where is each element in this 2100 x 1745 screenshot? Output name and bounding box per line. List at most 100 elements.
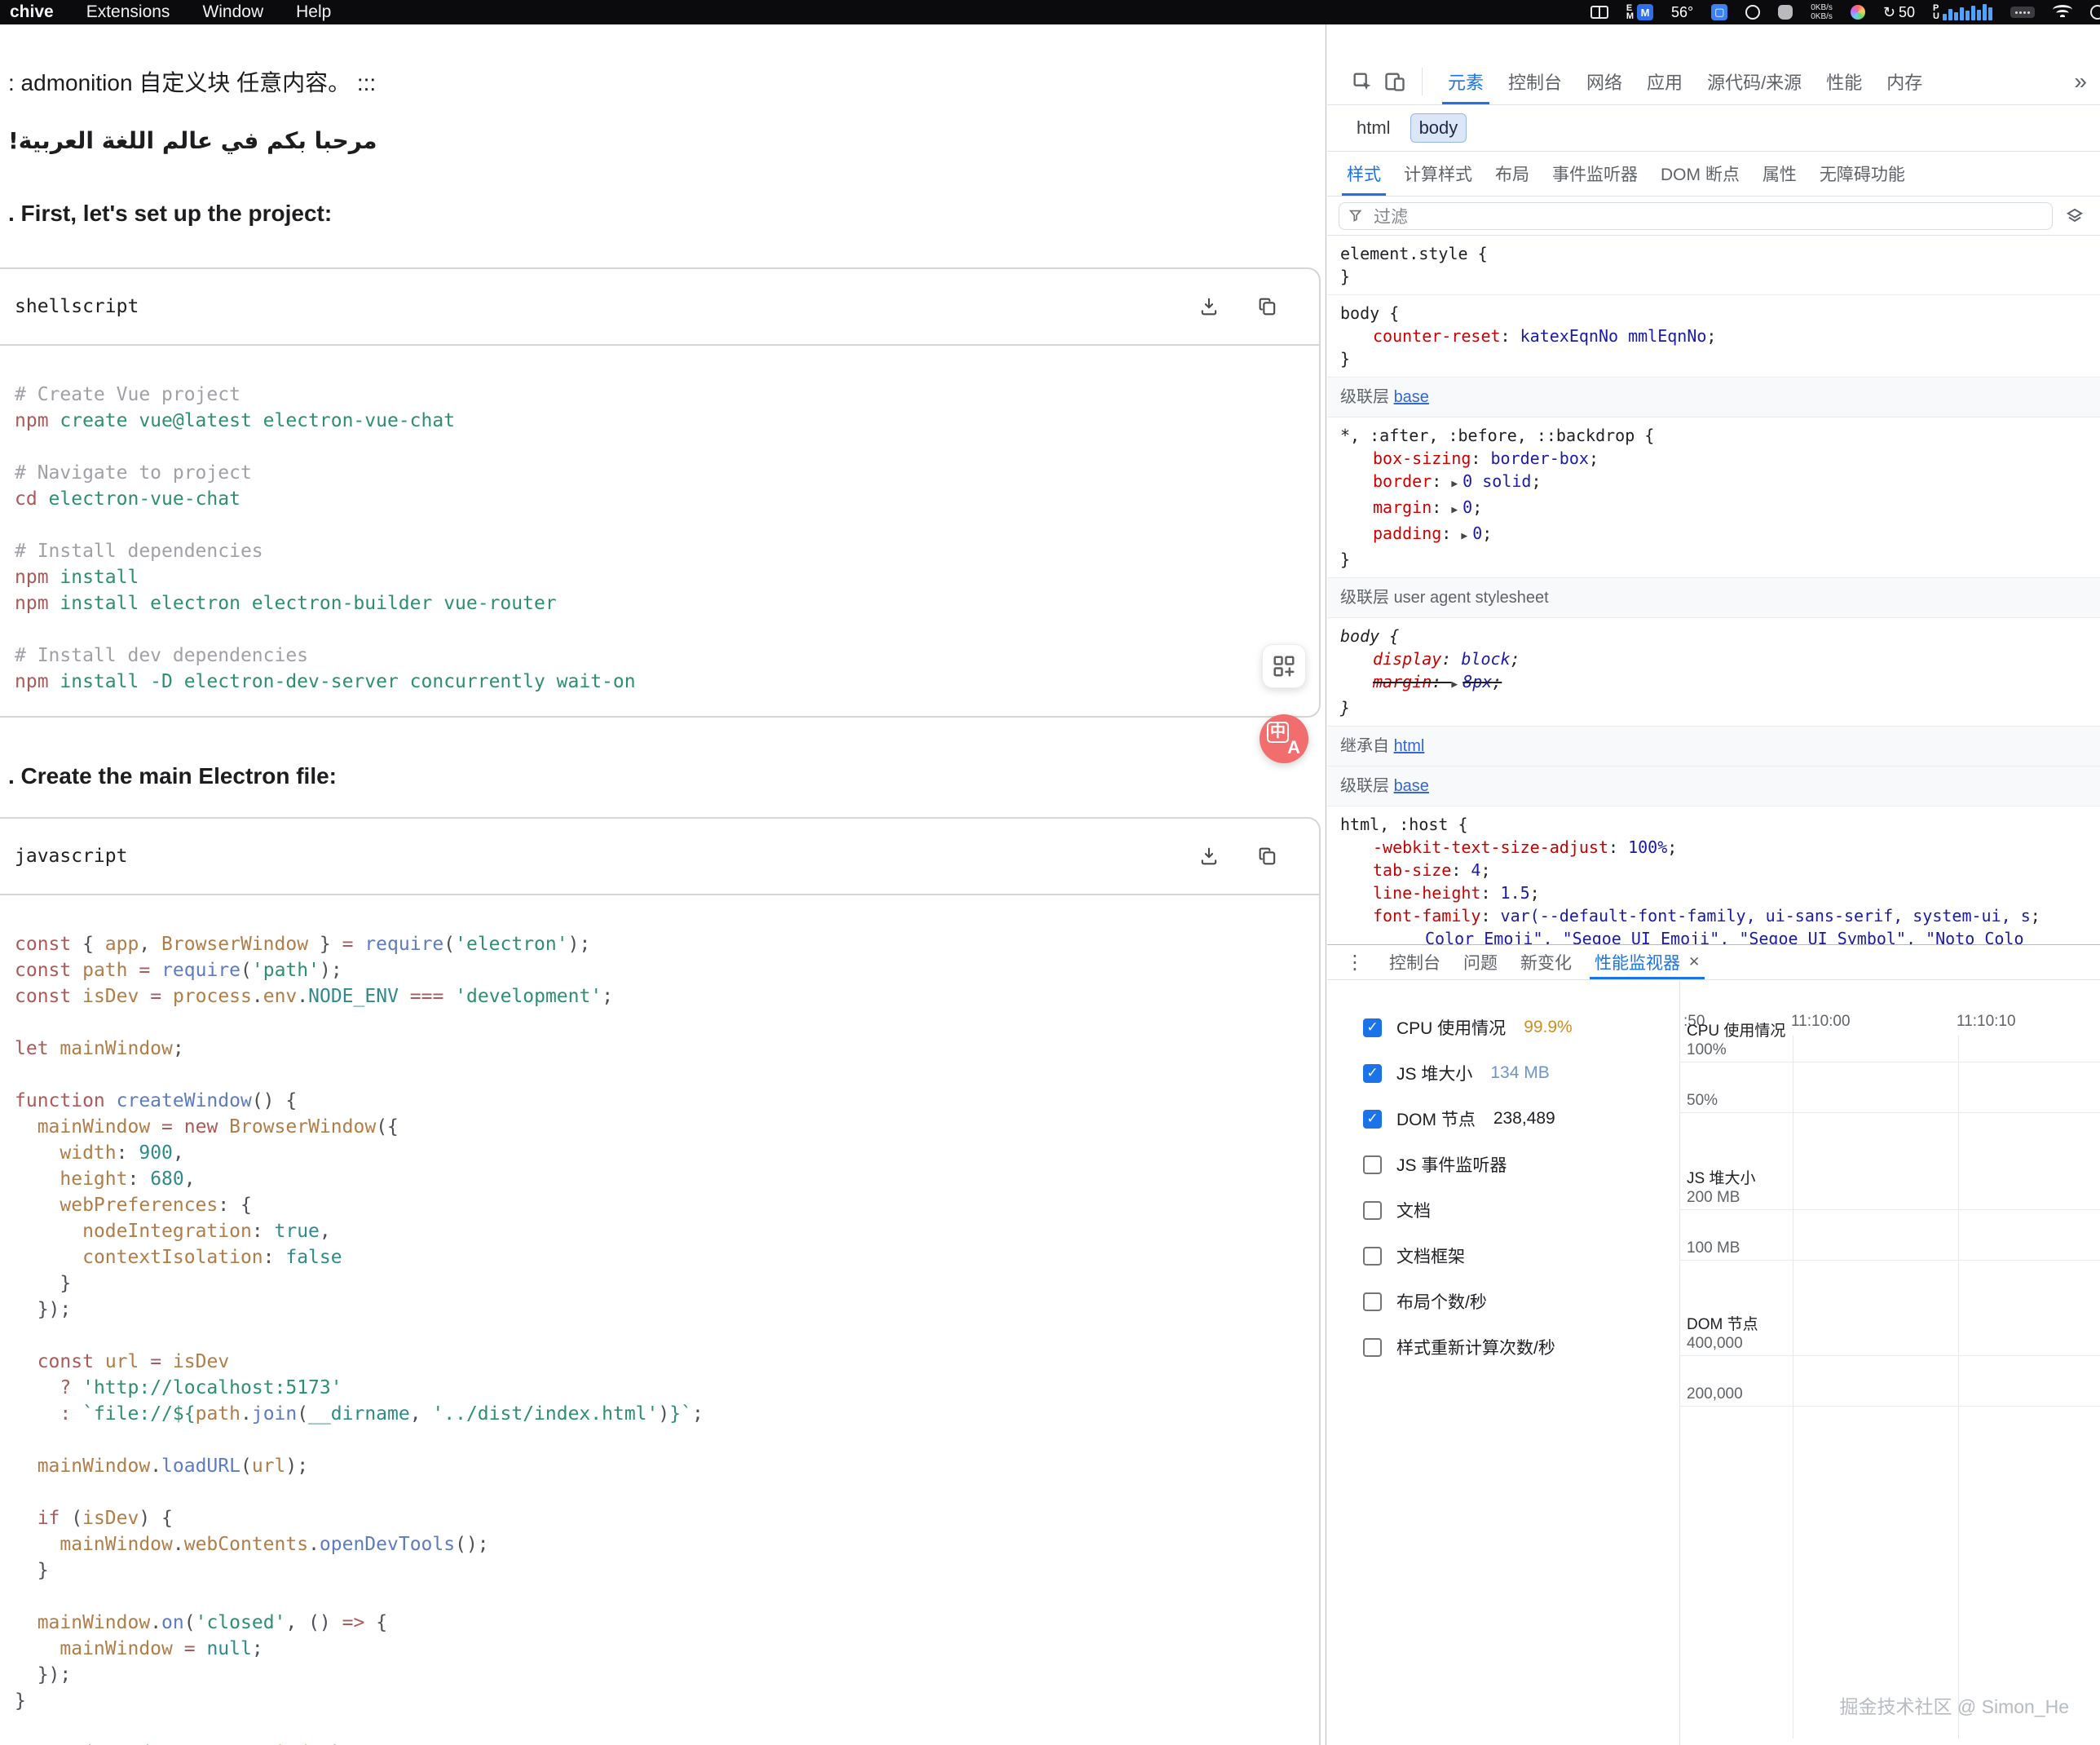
styles-sidebar-tabs: 样式计算样式布局事件监听器DOM 断点属性无障碍功能	[1327, 152, 2100, 197]
code-line: mainWindow.on('closed', () => {	[15, 1610, 1319, 1636]
css-declaration[interactable]: margin: ▶0;	[1340, 496, 2087, 522]
device-toolbar-button[interactable]	[1381, 68, 1409, 95]
style-tab-layout[interactable]: 布局	[1484, 152, 1541, 196]
drawer-tab-console[interactable]: 控制台	[1378, 945, 1452, 979]
display-icon[interactable]: ▢	[1711, 4, 1727, 20]
download-code-button[interactable]	[1195, 842, 1223, 870]
checkbox-style-recalcs-per-sec[interactable]	[1363, 1338, 1382, 1357]
css-declaration[interactable]: font-family: var(--default-font-family, …	[1340, 904, 2087, 927]
drawer-menu-icon[interactable]: ⋮	[1332, 951, 1378, 974]
axis-tick-label: 50%	[1680, 1092, 2100, 1113]
main-tab-console[interactable]: 控制台	[1496, 59, 1574, 104]
css-declaration[interactable]: counter-reset: katexEqnNo mmlEqnNo;	[1340, 325, 2087, 347]
css-declaration[interactable]: display: block;	[1340, 647, 2087, 670]
menu-item-extensions[interactable]: Extensions	[86, 2, 170, 22]
checkbox-layouts-per-sec[interactable]	[1363, 1292, 1382, 1311]
main-tab-elements[interactable]: 元素	[1436, 59, 1496, 104]
metric-row-cpu: ✓CPU 使用情况99.9%	[1363, 1005, 1679, 1050]
css-declaration[interactable]: -webkit-text-size-adjust: 100%;	[1340, 836, 2087, 859]
breadcrumb-html[interactable]: html	[1348, 114, 1399, 142]
style-tab-properties[interactable]: 属性	[1751, 152, 1808, 196]
style-tab-event-listeners[interactable]: 事件监听器	[1541, 152, 1649, 196]
code-line: height: 680,	[15, 1166, 1319, 1192]
axis-title: DOM 节点	[1687, 1312, 1758, 1334]
stylesheet-link[interactable]: base	[1394, 388, 1429, 406]
css-declaration[interactable]: box-sizing: border-box;	[1340, 447, 2087, 470]
css-selector[interactable]: body {	[1340, 625, 2087, 647]
code-line: mainWindow.loadURL(url);	[15, 1453, 1319, 1479]
code-line: const url = isDev	[15, 1349, 1319, 1375]
drawer-tab-changes[interactable]: 新变化	[1509, 945, 1583, 979]
metric-value: 238,489	[1493, 1109, 1555, 1129]
code-block-header: javascript	[0, 819, 1319, 895]
stylesheet-link: user agent stylesheet	[1394, 589, 1549, 607]
checkbox-document-frames[interactable]	[1363, 1247, 1382, 1266]
css-declaration[interactable]: tab-size: 4;	[1340, 859, 2087, 881]
inspect-element-button[interactable]	[1348, 68, 1376, 95]
style-tab-styles[interactable]: 样式	[1335, 152, 1392, 196]
style-tab-computed[interactable]: 计算样式	[1392, 152, 1484, 196]
menu-item-window[interactable]: Window	[202, 2, 263, 22]
split-panes-icon[interactable]	[1590, 6, 1608, 19]
css-selector[interactable]: *, :after, :before, ::backdrop {	[1340, 424, 2087, 447]
style-tab-accessibility[interactable]: 无障碍功能	[1808, 152, 1917, 196]
main-tab-network[interactable]: 网络	[1574, 59, 1635, 104]
code-line: });	[15, 1662, 1319, 1688]
stylesheet-link[interactable]: base	[1394, 777, 1429, 795]
css-declaration[interactable]: Color Emoji", "Segoe UI Emoji", "Segoe U…	[1340, 927, 2087, 944]
css-selector[interactable]: body {	[1340, 302, 2087, 325]
collect-to-grid-button[interactable]	[1262, 644, 1306, 688]
wifi-icon[interactable]	[2053, 5, 2072, 20]
metric-row-documents: 文档	[1363, 1187, 1679, 1233]
checkbox-cpu[interactable]: ✓	[1363, 1018, 1382, 1037]
battery-icon[interactable]	[2010, 7, 2035, 18]
styles-filter-input[interactable]: 过滤	[1339, 202, 2053, 230]
copy-code-button[interactable]	[1254, 842, 1282, 870]
css-declaration[interactable]: padding: ▶0;	[1340, 522, 2087, 548]
css-declaration[interactable]: margin: ▶8px;	[1340, 670, 2087, 696]
toggle-layers-button[interactable]	[2061, 202, 2089, 230]
utility-icon[interactable]	[1778, 5, 1793, 20]
sync-count[interactable]: ↻50	[1883, 4, 1915, 21]
checkbox-dom-nodes[interactable]: ✓	[1363, 1110, 1382, 1129]
control-center-icon[interactable]	[2090, 5, 2095, 20]
css-selector[interactable]: element.style {	[1340, 242, 2087, 265]
screen: chive Extensions Window Help EM M 56° ▢ …	[0, 0, 2100, 1745]
checkbox-js-heap[interactable]: ✓	[1363, 1064, 1382, 1083]
style-tab-dom-breakpoints[interactable]: DOM 断点	[1649, 152, 1751, 196]
main-tab-performance[interactable]: 性能	[1814, 59, 1874, 104]
breadcrumb-body[interactable]: body	[1410, 113, 1467, 143]
weather-temperature[interactable]: 56°	[1671, 4, 1693, 21]
main-tab-sources[interactable]: 源代码/来源	[1695, 59, 1814, 104]
code-line: const { app, BrowserWindow } = require('…	[15, 931, 1319, 957]
checkbox-documents[interactable]	[1363, 1201, 1382, 1220]
checkbox-js-listeners[interactable]	[1363, 1155, 1382, 1174]
main-tab-memory[interactable]: 内存	[1874, 59, 1935, 104]
browser-icon[interactable]	[1745, 5, 1760, 20]
copy-code-button[interactable]	[1254, 293, 1282, 320]
drawer-tab-issues[interactable]: 问题	[1452, 945, 1509, 979]
network-speed-indicator[interactable]: 0KB/s0KB/s	[1811, 3, 1833, 21]
copy-icon	[1256, 845, 1279, 868]
metric-label: 文档	[1396, 1198, 1431, 1222]
stylesheet-link[interactable]: html	[1394, 737, 1425, 755]
css-selector[interactable]: html, :host {	[1340, 813, 2087, 836]
css-declaration[interactable]: border: ▶0 solid;	[1340, 470, 2087, 496]
drawer-tab-performance-monitor[interactable]: 性能监视器✕	[1583, 945, 1711, 979]
code-line: mainWindow.webContents.openDevTools();	[15, 1531, 1319, 1557]
menu-item-help[interactable]: Help	[296, 2, 331, 22]
download-code-button[interactable]	[1195, 293, 1223, 320]
translate-button[interactable]: 中 A	[1260, 714, 1308, 763]
code-line: function createWindow() {	[15, 1088, 1319, 1114]
close-performance-monitor-icon[interactable]: ✕	[1688, 954, 1700, 970]
stats-widget[interactable]: PU	[1933, 4, 1992, 20]
color-app-icon[interactable]	[1851, 5, 1865, 20]
code-line: webPreferences: {	[15, 1192, 1319, 1218]
metric-row-style-recalcs-per-sec: 样式重新计算次数/秒	[1363, 1324, 1679, 1370]
menu-item-app[interactable]: chive	[10, 2, 54, 22]
shellscript-code: # Create Vue projectnpm create vue@lates…	[0, 346, 1319, 695]
main-tab-application[interactable]: 应用	[1635, 59, 1695, 104]
em-app-icon[interactable]: EM M	[1626, 4, 1653, 20]
more-panels-button[interactable]: »	[2074, 68, 2100, 95]
css-declaration[interactable]: line-height: 1.5;	[1340, 881, 2087, 904]
